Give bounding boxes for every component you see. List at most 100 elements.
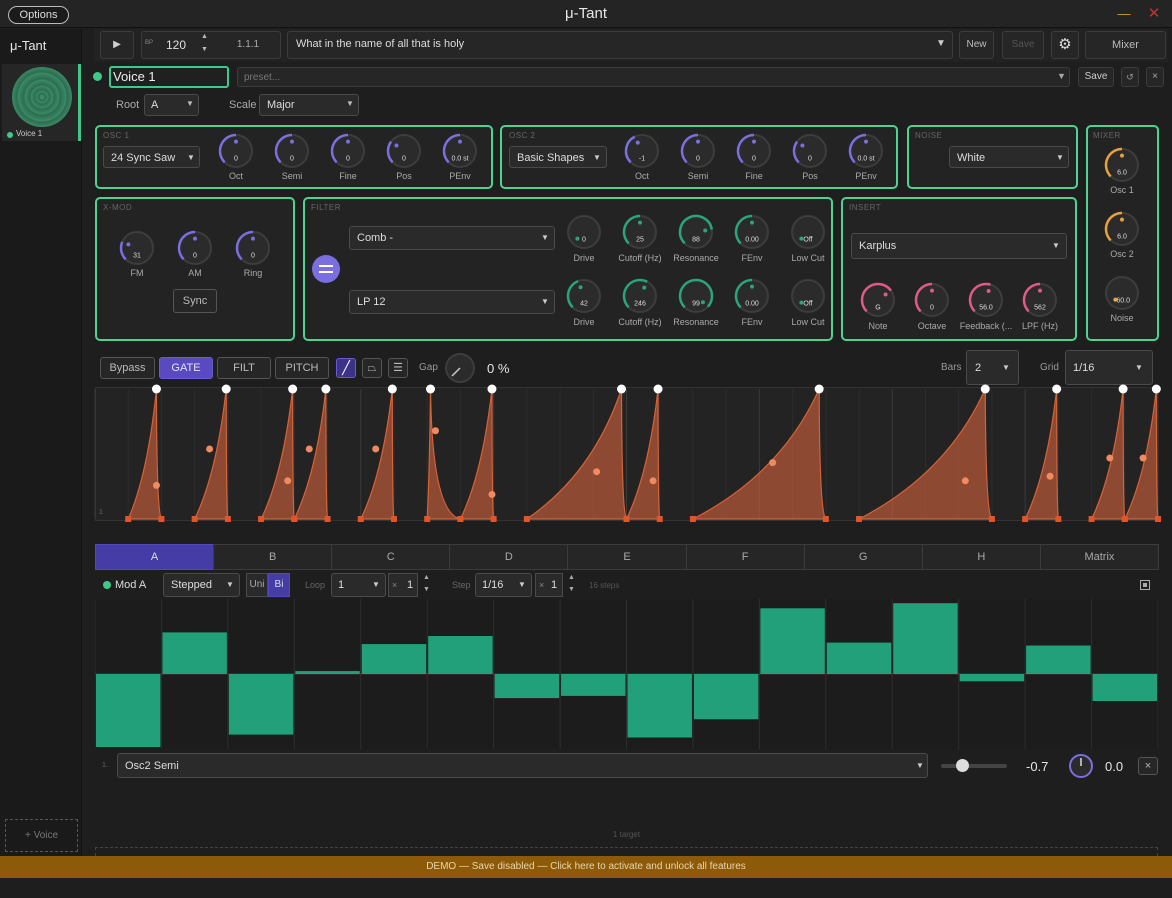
gate-segment[interactable] [459,388,495,520]
step-up-icon[interactable]: ▲ [568,574,575,581]
gate-curve-handle[interactable] [1139,454,1147,462]
gate-curve-handle[interactable] [431,427,439,435]
xmod-knob[interactable]: 31 [117,228,157,271]
ramp-shape-icon[interactable]: ╱ [336,358,356,378]
osc1-knob[interactable]: 0.0 st [440,131,480,174]
bpm-up-icon[interactable]: ▲ [201,33,208,40]
flat-shape-icon[interactable]: ☰ [388,358,408,378]
gate-peak-handle[interactable] [321,384,331,394]
osc1-knob[interactable]: 0 [384,131,424,174]
gate-curve-handle[interactable] [961,477,969,485]
gate-segment[interactable] [127,388,163,520]
gate-anchor-handle[interactable] [1121,516,1128,522]
gate-anchor-handle[interactable] [822,516,829,522]
gate-segment[interactable] [293,388,329,520]
mod-step-bar[interactable] [295,671,360,674]
gate-anchor-handle[interactable] [357,516,364,522]
gate-segment[interactable] [359,388,395,520]
gate-segment[interactable] [524,388,628,520]
filter2-knob[interactable]: Off [788,276,828,319]
osc2-knob[interactable]: -1 [622,131,662,174]
gate-curve-handle[interactable] [372,445,380,453]
mod-tab-g[interactable]: G [803,544,923,570]
gate-anchor-handle[interactable] [390,516,397,522]
offset-knob[interactable] [1067,752,1095,780]
bypass-button[interactable]: Bypass [100,357,155,379]
gate-anchor-handle[interactable] [1155,516,1161,522]
loop-up-icon[interactable]: ▲ [423,574,430,581]
mixer-knob[interactable]: 6.0 [1102,145,1142,188]
filter1-knob[interactable]: 0.00 [732,212,772,255]
amount-slider-thumb[interactable] [956,759,970,772]
xmod-knob[interactable]: 0 [233,228,273,271]
mod-step-bar[interactable] [428,636,493,674]
mixer-button[interactable]: Mixer [1085,31,1166,59]
mod-tab-f[interactable]: F [685,544,805,570]
mod-steps-graph[interactable] [94,599,1159,749]
gate-segment[interactable] [1123,388,1159,520]
insert-knob[interactable]: G [858,280,898,323]
reset-icon[interactable]: ↺ [1121,67,1139,87]
gate-peak-handle[interactable] [387,384,397,394]
gate-peak-handle[interactable] [221,384,231,394]
osc1-knob[interactable]: 0 [328,131,368,174]
gate-curve-handle[interactable] [649,477,657,485]
gate-anchor-handle[interactable] [988,516,995,522]
gate-anchor-handle[interactable] [258,516,265,522]
filter1-knob[interactable]: 25 [620,212,660,255]
gate-segment[interactable] [1090,388,1126,520]
gate-curve-handle[interactable] [305,445,313,453]
mod-step-bar[interactable] [760,608,825,674]
osc2-knob[interactable]: 0 [678,131,718,174]
gate-curve-handle[interactable] [488,490,496,498]
filter2-knob[interactable]: 246 [620,276,660,319]
osc2-knob[interactable]: 0.0 st [846,131,886,174]
close-window-icon[interactable]: ✕ [1146,4,1162,22]
gate-envelope-graph[interactable] [94,380,1161,525]
mod-step-bar[interactable] [1092,674,1157,702]
gate-anchor-handle[interactable] [224,516,231,522]
gate-curve-handle[interactable] [284,477,292,485]
gate-curve-handle[interactable] [152,481,160,489]
delete-voice-icon[interactable]: × [1146,67,1164,87]
gate-anchor-handle[interactable] [689,516,696,522]
insert-knob[interactable]: 0 [912,280,952,323]
voice-enabled-dot[interactable] [93,72,102,81]
mod-step-bar[interactable] [561,674,626,696]
sync-button[interactable]: Sync [173,289,217,313]
gate-anchor-handle[interactable] [490,516,497,522]
gate-anchor-handle[interactable] [291,516,298,522]
mixer-knob[interactable]: 6.0 [1102,209,1142,252]
gate-anchor-handle[interactable] [457,516,464,522]
mod-tab-e[interactable]: E [567,544,687,570]
pitch-seq-tab[interactable]: PITCH [275,357,329,379]
gate-anchor-handle[interactable] [158,516,165,522]
mixer-knob[interactable]: -60.0 [1102,273,1142,316]
mod-step-bar[interactable] [826,642,892,674]
mod-step-bar[interactable] [959,674,1025,682]
mod-step-bar[interactable] [162,632,227,674]
settings-gear-icon[interactable]: ⚙ [1051,31,1079,59]
save-preset-button[interactable]: Save [1002,31,1044,59]
voice-preset-dropdown[interactable] [237,67,1070,87]
insert-knob[interactable]: 562 [1020,280,1060,323]
osc1-knob[interactable]: 0 [272,131,312,174]
gate-peak-handle[interactable] [814,384,824,394]
mod-step-bar[interactable] [361,644,427,674]
filter2-knob[interactable]: 99 [676,276,716,319]
step-down-icon[interactable]: ▼ [568,586,575,593]
mod-step-bar[interactable] [693,674,759,720]
gate-curve-handle[interactable] [593,468,601,476]
gate-peak-handle[interactable] [653,384,663,394]
gate-peak-handle[interactable] [151,384,161,394]
mod-step-bar[interactable] [96,674,161,747]
gate-segment[interactable] [1024,388,1060,520]
amount-slider-track[interactable] [941,764,1007,768]
play-button[interactable]: ▶ [100,31,134,59]
gate-peak-handle[interactable] [487,384,497,394]
osc2-knob[interactable]: 0 [734,131,774,174]
mod-tab-b[interactable]: B [213,544,333,570]
filter2-knob[interactable]: 0.00 [732,276,772,319]
gate-segment[interactable] [625,388,661,520]
gate-curve-handle[interactable] [1046,472,1054,480]
